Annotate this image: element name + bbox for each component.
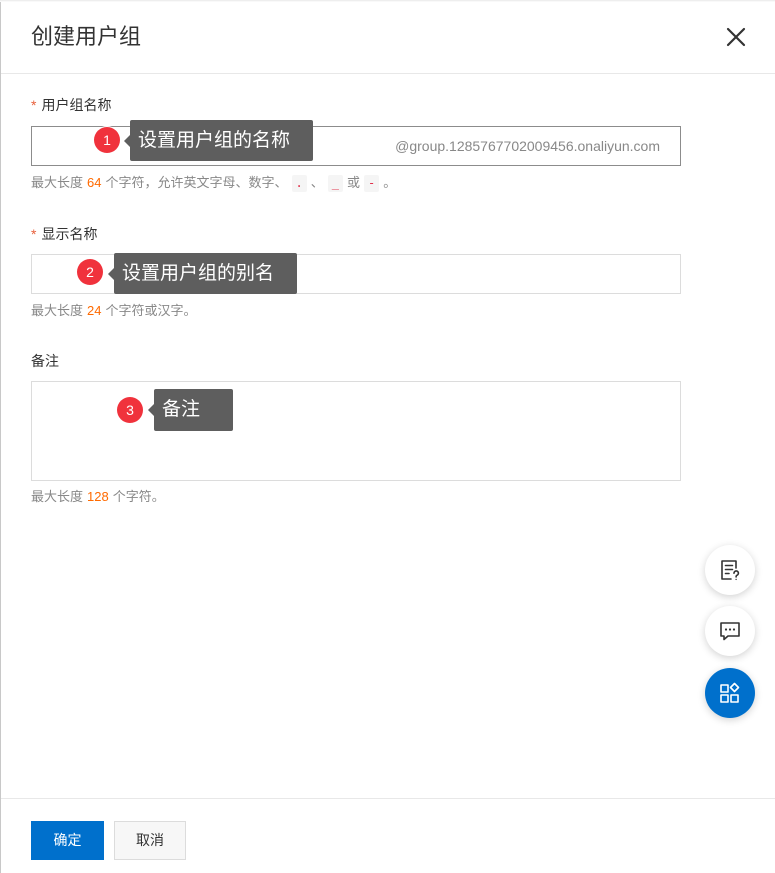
cancel-button[interactable]: 取消 (114, 821, 186, 860)
annotation-tooltip: 设置用户组的别名 (108, 253, 297, 294)
help-text-end: 。 (383, 175, 397, 190)
help-text: 最大长度 (31, 489, 84, 504)
apps-icon (720, 682, 740, 703)
confirm-button[interactable]: 确定 (31, 821, 104, 860)
dialog-title: 创建用户组 (31, 24, 142, 49)
help-text: 最大长度 (31, 303, 84, 318)
group-name-help: 最大长度 64 个字符，允许英文字母、数字、.、 _ 或 -。 (31, 174, 396, 192)
close-icon (726, 27, 746, 47)
annotation-tooltip: 设置用户组的名称 (124, 120, 313, 161)
feedback-chat-button[interactable] (705, 606, 755, 656)
help-token-dot: . (291, 175, 307, 192)
annotation-badge: 3 (117, 397, 143, 423)
help-separator: 、 (310, 175, 324, 190)
required-mark: * (31, 97, 37, 113)
help-token-underscore: _ (327, 175, 343, 192)
help-text-or: 或 (346, 175, 360, 190)
annotation-tooltip: 备注 (148, 389, 233, 431)
remark-field[interactable] (31, 381, 681, 481)
help-text: 最大长度 (31, 175, 84, 190)
group-name-label: * 用户组名称 (31, 95, 111, 115)
help-limit-number: 128 (87, 489, 109, 504)
display-name-label: * 显示名称 (31, 224, 97, 244)
help-limit-number: 24 (87, 303, 102, 318)
doc-question-icon (721, 560, 740, 581)
group-name-label-text: 用户组名称 (41, 97, 112, 113)
close-button[interactable] (724, 25, 748, 49)
help-text: 个字符或汉字。 (105, 303, 197, 318)
help-token-dash: - (364, 175, 380, 192)
display-name-label-text: 显示名称 (41, 226, 98, 242)
apps-button[interactable] (705, 668, 755, 718)
annotation-badge: 1 (94, 127, 120, 153)
required-mark: * (31, 226, 37, 242)
display-name-help: 最大长度 24 个字符或汉字。 (31, 302, 197, 320)
dialog-left-border (0, 0, 1, 873)
header-divider (1, 73, 775, 74)
remark-help: 最大长度 128 个字符。 (31, 488, 165, 506)
footer-divider (1, 798, 775, 799)
help-text: 个字符。 (112, 489, 165, 504)
help-docs-button[interactable] (705, 545, 755, 595)
help-text: 个字符，允许英文字母、数字、 (105, 175, 288, 190)
annotation-badge: 2 (77, 259, 103, 285)
help-limit-number: 64 (87, 175, 102, 190)
group-name-domain-suffix: @group.1285767702009456.onaliyun.com (395, 138, 660, 154)
remark-label: 备注 (31, 353, 59, 369)
dialog-top-shadow (0, 0, 775, 2)
chat-icon (720, 622, 740, 641)
